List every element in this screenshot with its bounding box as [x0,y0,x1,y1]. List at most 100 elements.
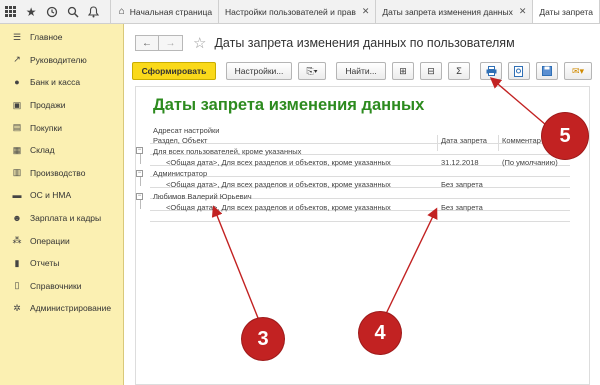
variant-dropdown-button[interactable]: ⎘▾ [298,62,326,80]
floppy-disk-icon [542,66,552,76]
basket-icon: ▤ [12,122,22,133]
production-icon: ▥ [12,167,22,178]
sidebar-item-references[interactable]: ▯ Справочники [0,275,123,298]
sidebar-item-label: Зарплата и кадры [30,213,102,224]
apps-grid-icon[interactable] [0,0,21,23]
row-date: Без запрета [441,203,483,212]
sidebar-item-reports[interactable]: ▮ Отчеты [0,252,123,275]
tab-label: Настройки пользователей и прав [225,6,356,17]
close-icon[interactable]: ✕ [362,6,370,17]
back-button[interactable]: ← [135,35,159,51]
sidebar-item-main[interactable]: ☰ Главное [0,26,123,49]
group-collapse-toggle[interactable]: − [136,193,143,200]
row-comment: (По умолчанию) [502,158,558,167]
settings-button[interactable]: Настройки... [226,62,292,80]
sidebar-item-assets[interactable]: ▬ ОС и НМА [0,184,123,207]
sidebar-item-label: Операции [30,235,70,246]
preview-icon [514,65,523,77]
printer-icon [486,66,496,76]
prohibition-date-header: Дата запрета [441,136,487,145]
history-icon[interactable] [42,0,63,23]
group-collapse-toggle[interactable]: − [136,147,143,154]
send-mail-dropdown-button[interactable]: ✉▾ [564,62,592,80]
collapse-icon: ⊟ [427,65,435,76]
group-name: Администратор [153,169,208,178]
trend-icon: ↗ [13,54,21,65]
save-button[interactable] [536,62,558,80]
row-separator [150,167,570,177]
sidebar-item-label: Производство [30,167,86,178]
tab-prohibition-dates-active[interactable]: Даты запрета [532,0,600,23]
sidebar-item-sales[interactable]: ▣ Продажи [0,94,123,117]
print-button[interactable] [480,62,502,80]
sidebar: ☰ Главное ↗ Руководителю ● Банк и касса ▣ Пр… [0,24,124,385]
top-bar: ★ ⌂ Начальная страница Настройки пользов… [0,0,600,24]
coin-icon: ● [14,77,20,88]
gear-icon: ✲ [13,302,21,313]
tree-line [140,199,141,209]
search-icon[interactable] [62,0,83,23]
operations-icon: ⁂ [12,235,22,246]
warehouse-icon: ▦ [12,144,22,155]
expand-groups-button[interactable]: ⊞ [392,62,414,80]
close-icon[interactable]: ✕ [519,6,527,17]
arrow-right-icon: → [165,37,176,49]
favorites-star-icon[interactable]: ★ [21,0,42,23]
tab-label: Даты запрета изменения данных [382,6,513,17]
row-object: <Общая дата>, Для всех разделов и объект… [166,158,391,167]
find-button[interactable]: Найти... [336,62,386,80]
sidebar-item-administration[interactable]: ✲ Администрирование [0,297,123,320]
sidebar-item-label: Администрирование [30,303,112,314]
favorite-star-icon[interactable]: ☆ [193,34,206,52]
group-collapse-toggle[interactable]: − [136,170,143,177]
sidebar-item-label: Главное [30,32,63,43]
assets-icon: ▬ [12,190,22,201]
row-object: <Общая дата>, Для всех разделов и объект… [166,203,391,212]
bell-icon[interactable] [83,0,104,23]
page-header: ← → ☆ Даты запрета изменения данных по п… [135,34,515,52]
tree-line [140,176,141,186]
home-icon: ⌂ [118,6,125,17]
group-name: Любимов Валерий Юрьевич [153,192,252,201]
sidebar-item-label: Склад [30,145,55,156]
page-title: Даты запрета изменения данных по пользов… [214,36,515,50]
row-object: <Общая дата>, Для всех разделов и объект… [166,180,391,189]
comment-header: Комментар [502,136,541,145]
row-separator [150,212,570,222]
row-date: 31.12.2018 [441,158,479,167]
tab-user-settings[interactable]: Настройки пользователей и прав ✕ [218,0,375,23]
sidebar-item-label: Покупки [30,122,62,133]
tab-home[interactable]: ⌂ Начальная страница [109,0,218,23]
copy-icon: ⎘▾ [306,65,318,76]
menu-icon: ☰ [12,31,22,42]
sidebar-item-warehouse[interactable]: ▦ Склад [0,139,123,162]
tab-label: Даты запрета [539,6,593,17]
report-title: Даты запрета изменения данных [153,96,425,114]
arrow-left-icon: ← [142,37,152,49]
forward-button[interactable]: → [159,35,183,51]
envelope-icon: ✉▾ [571,65,585,76]
sidebar-item-label: Продажи [30,100,66,111]
annotation-badge-3: 3 [242,318,284,360]
preview-button[interactable] [508,62,530,80]
annotation-badge-5: 5 [542,113,588,159]
collapse-groups-button[interactable]: ⊟ [420,62,442,80]
sidebar-item-label: Справочники [30,280,82,291]
sidebar-item-manager[interactable]: ↗ Руководителю [0,49,123,72]
generate-button[interactable]: Сформировать [132,62,216,80]
sidebar-item-label: Отчеты [30,258,60,269]
toolbar: Сформировать Настройки... ⎘▾ Найти... ⊞ … [132,62,598,80]
books-icon: ▯ [14,280,20,291]
sidebar-item-salary[interactable]: ☻ Зарплата и кадры [0,207,123,230]
sidebar-item-bank[interactable]: ● Банк и касса [0,71,123,94]
sidebar-item-operations[interactable]: ⁂ Операции [0,229,123,252]
sidebar-item-production[interactable]: ▥ Производство [0,162,123,185]
sidebar-item-label: Руководителю [30,54,87,65]
reports-icon: ▮ [14,257,20,268]
section-object-header: Раздел, Объект [153,136,208,145]
sum-button[interactable]: Σ [448,62,470,80]
tree-line [140,154,141,164]
people-icon: ☻ [12,213,22,224]
sidebar-item-purchases[interactable]: ▤ Покупки [0,116,123,139]
tab-change-prohibition-dates[interactable]: Даты запрета изменения данных ✕ [375,0,532,23]
